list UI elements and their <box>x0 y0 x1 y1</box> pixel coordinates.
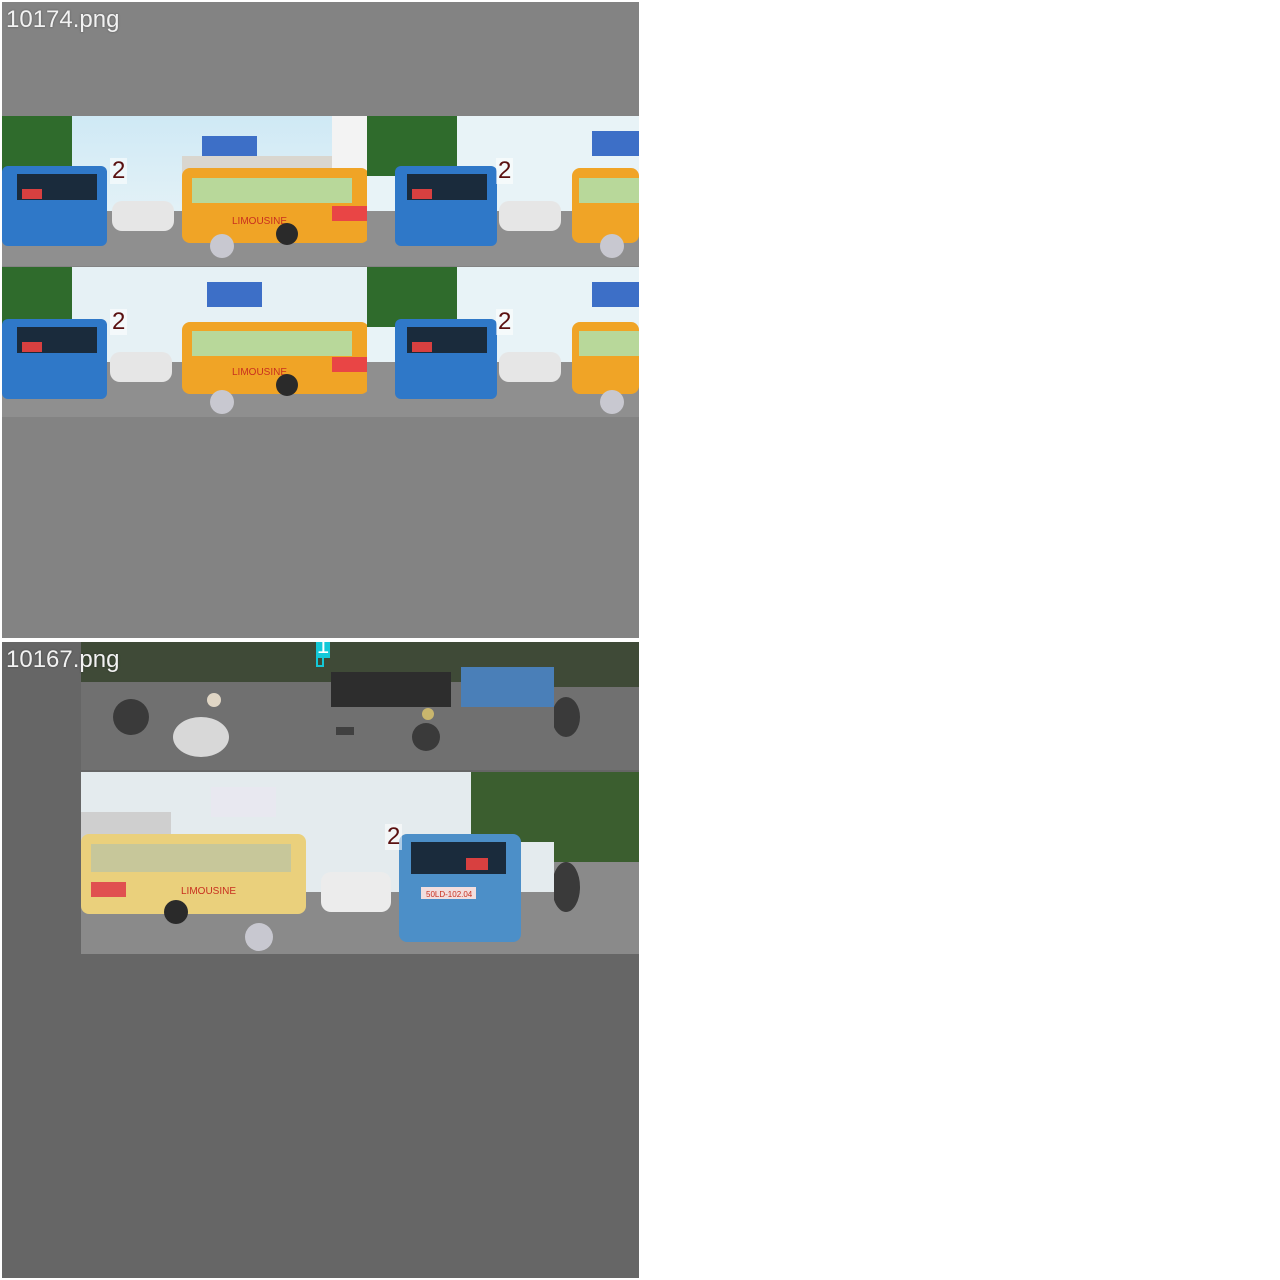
image-panel-10167: 10167.png LIMOUSINE 50LD-102.04 2 1 <box>2 642 639 1278</box>
bus-side-text: LIMOUSINE <box>232 216 287 227</box>
street-photo-tile: 2 <box>367 116 639 266</box>
object-label-2: 2 <box>110 308 128 335</box>
image-panel-10174: 10174.png LIMOUSINE 2 2 LIMOUSINE 2 2 <box>2 2 639 638</box>
bus-side-text: LIMOUSINE <box>232 367 287 378</box>
filename-label: 10167.png <box>6 646 120 673</box>
object-label-2: 2 <box>110 157 128 184</box>
street-photo-tile <box>554 772 639 954</box>
object-label-2: 2 <box>496 308 514 335</box>
object-label-1: 1 <box>316 642 330 658</box>
bus-side-text: LIMOUSINE <box>181 886 236 897</box>
street-photo-tile: 2 <box>367 267 639 417</box>
bus-plate-text: 50LD-102.04 <box>426 890 473 899</box>
object-label-2: 2 <box>496 157 514 184</box>
filename-label: 10174.png <box>6 6 120 33</box>
street-photo-tile <box>554 642 639 770</box>
object-label-2: 2 <box>385 823 403 850</box>
street-photo-tile: LIMOUSINE 2 <box>2 267 367 417</box>
street-photo-tile: LIMOUSINE 2 <box>2 116 367 266</box>
street-photo-tile: LIMOUSINE 50LD-102.04 2 <box>81 772 554 954</box>
